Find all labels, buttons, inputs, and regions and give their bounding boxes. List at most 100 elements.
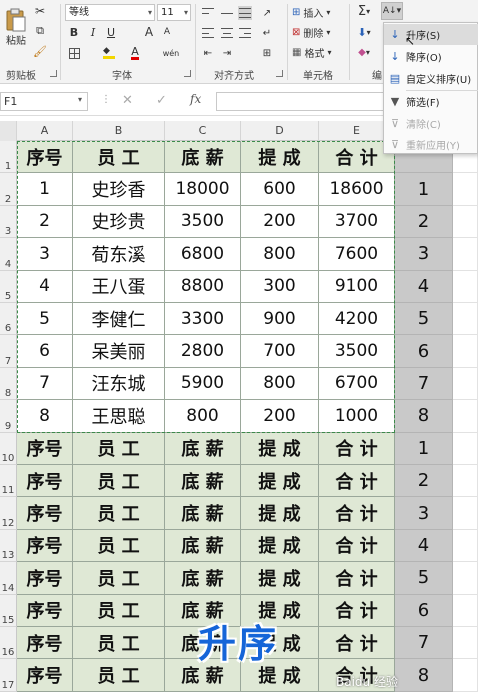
grow-font-button[interactable]: A <box>142 25 156 39</box>
header-cell[interactable]: 底 薪 <box>165 432 241 465</box>
clear-button[interactable]: ◆ ▾ <box>354 45 374 60</box>
row-header[interactable]: 8 <box>0 367 17 401</box>
header-cell[interactable]: 员 工 <box>73 432 165 465</box>
data-cell[interactable]: 史珍贵 <box>73 205 165 239</box>
insert-button[interactable]: ⊞ 插入 ▾ <box>292 5 342 20</box>
header-cell[interactable]: 序号 <box>17 627 73 660</box>
helper-cell[interactable]: 3 <box>395 497 453 530</box>
data-cell[interactable]: 200 <box>241 400 319 433</box>
helper-cell[interactable]: 2 <box>395 465 453 498</box>
paste-button[interactable]: 粘贴 <box>2 4 30 50</box>
empty-cell[interactable] <box>453 432 478 465</box>
data-cell[interactable]: 200 <box>241 205 319 239</box>
header-cell[interactable]: 合 计 <box>319 627 395 660</box>
column-header-d[interactable]: D <box>241 121 319 141</box>
cancel-icon[interactable]: ✕ <box>122 93 133 108</box>
row-header[interactable]: 5 <box>0 270 17 303</box>
borders-button[interactable] <box>67 46 81 60</box>
phonetic-button[interactable]: wén <box>160 46 182 60</box>
data-cell[interactable]: 4 <box>17 270 73 303</box>
helper-cell[interactable]: 3 <box>395 238 453 271</box>
empty-cell[interactable] <box>453 238 478 271</box>
name-box[interactable]: F1 <box>0 92 88 111</box>
menu-item-custom-sort[interactable]: ▤ 自定义排序(U) <box>384 68 478 89</box>
data-cell[interactable]: 李健仁 <box>73 303 165 336</box>
header-cell[interactable]: 员 工 <box>73 562 165 595</box>
header-cell[interactable]: 员 工 <box>73 141 165 174</box>
underline-button[interactable]: U <box>104 25 118 39</box>
data-cell[interactable]: 900 <box>241 303 319 336</box>
bold-button[interactable]: B <box>67 25 81 39</box>
header-cell[interactable]: 合 计 <box>319 594 395 627</box>
helper-cell[interactable]: 8 <box>395 400 453 433</box>
header-cell[interactable]: 底 薪 <box>165 141 241 174</box>
helper-cell[interactable]: 5 <box>395 562 453 595</box>
helper-cell[interactable]: 6 <box>395 335 453 368</box>
column-header-c[interactable]: C <box>165 121 241 141</box>
empty-cell[interactable] <box>453 303 478 336</box>
worksheet-grid[interactable]: 序号员 工底 薪提 成合 计 1 史珍香 18000 600 18600 1 2 史珍贵 3500… <box>17 141 478 694</box>
header-cell[interactable]: 序号 <box>17 594 73 627</box>
header-cell[interactable]: 序号 <box>17 432 73 465</box>
header-cell[interactable]: 底 薪 <box>165 562 241 595</box>
alignment-launcher-icon[interactable] <box>276 70 283 77</box>
empty-cell[interactable] <box>453 594 478 627</box>
column-header-b[interactable]: B <box>73 121 165 141</box>
copy-button[interactable]: ⧉ <box>33 24 47 38</box>
delete-button[interactable]: ⊠ 删除 ▾ <box>292 25 342 40</box>
empty-cell[interactable] <box>453 497 478 530</box>
data-cell[interactable]: 6800 <box>165 238 241 271</box>
header-cell[interactable]: 合 计 <box>319 529 395 563</box>
data-cell[interactable]: 王思聪 <box>73 400 165 433</box>
helper-cell[interactable]: 6 <box>395 594 453 627</box>
data-cell[interactable]: 荀东溪 <box>73 238 165 271</box>
row-header[interactable]: 15 <box>0 594 17 627</box>
align-center-button[interactable] <box>220 26 234 40</box>
helper-cell[interactable]: 4 <box>395 529 453 563</box>
row-header[interactable]: 1 <box>0 141 17 174</box>
header-cell[interactable]: 序号 <box>17 141 73 174</box>
data-cell[interactable]: 王八蛋 <box>73 270 165 303</box>
data-cell[interactable]: 5 <box>17 303 73 336</box>
align-left-button[interactable] <box>201 26 215 40</box>
row-header[interactable]: 11 <box>0 465 17 498</box>
data-cell[interactable]: 汪东城 <box>73 367 165 401</box>
empty-cell[interactable] <box>453 465 478 498</box>
align-right-button[interactable] <box>238 26 252 40</box>
header-cell[interactable]: 序号 <box>17 497 73 530</box>
header-cell[interactable]: 合 计 <box>319 432 395 465</box>
fill-color-button[interactable]: ◆ <box>102 46 116 60</box>
clipboard-launcher-icon[interactable] <box>50 70 57 77</box>
empty-cell[interactable] <box>453 335 478 368</box>
row-header[interactable]: 12 <box>0 497 17 530</box>
header-cell[interactable]: 员 工 <box>73 627 165 660</box>
data-cell[interactable]: 2800 <box>165 335 241 368</box>
enter-icon[interactable]: ✓ <box>156 93 167 108</box>
helper-cell[interactable]: 4 <box>395 270 453 303</box>
format-button[interactable]: ▦ 格式 ▾ <box>292 45 342 60</box>
data-cell[interactable]: 7600 <box>319 238 395 271</box>
menu-item-sort-ascending[interactable]: ↓ 升序(S) <box>384 24 478 45</box>
row-header[interactable]: 10 <box>0 432 17 465</box>
sort-filter-button[interactable]: A↓▾ <box>381 2 403 20</box>
shrink-font-button[interactable]: A <box>160 25 174 39</box>
helper-cell[interactable]: 5 <box>395 303 453 336</box>
data-cell[interactable]: 3500 <box>165 205 241 239</box>
header-cell[interactable]: 提 成 <box>241 141 319 174</box>
helper-cell[interactable]: 8 <box>395 659 453 692</box>
empty-cell[interactable] <box>453 659 478 692</box>
empty-cell[interactable] <box>453 367 478 401</box>
decrease-indent-button[interactable]: ⇤ <box>201 46 215 60</box>
header-cell[interactable]: 合 计 <box>319 497 395 530</box>
increase-indent-button[interactable]: ⇥ <box>220 46 234 60</box>
align-middle-button[interactable] <box>220 6 234 20</box>
header-cell[interactable]: 提 成 <box>241 465 319 498</box>
data-cell[interactable]: 6700 <box>319 367 395 401</box>
header-cell[interactable]: 提 成 <box>241 497 319 530</box>
format-painter-button[interactable]: 🖌 <box>33 44 47 58</box>
fill-button[interactable]: ⬇ ▾ <box>354 25 374 40</box>
row-header[interactable]: 13 <box>0 529 17 563</box>
menu-item-sort-descending[interactable]: ↓ 降序(O) <box>384 46 478 67</box>
data-cell[interactable]: 18000 <box>165 173 241 206</box>
data-cell[interactable]: 800 <box>165 400 241 433</box>
